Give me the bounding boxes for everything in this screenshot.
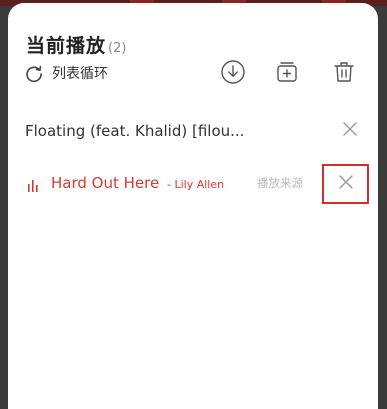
download-icon (220, 59, 246, 89)
remove-song-button[interactable] (338, 119, 362, 143)
play-mode-label: 列表循环 (52, 66, 108, 82)
now-playing-icon (27, 177, 41, 196)
song-count: (2) (108, 41, 127, 56)
clear-playlist-button[interactable] (330, 60, 358, 88)
add-to-playlist-button[interactable] (273, 60, 301, 88)
play-mode-button[interactable]: 列表循环 (24, 63, 108, 83)
remove-song-button[interactable] (334, 172, 358, 196)
playlist-header: 当前播放 (2) (26, 31, 126, 58)
current-playlist-panel: 当前播放 (2) 列表循环 Floating (feat. Khalid) [f… (8, 3, 378, 409)
song-title-text: Hard Out Here (51, 174, 160, 192)
trash-icon (332, 60, 356, 88)
add-to-playlist-icon (275, 60, 299, 88)
close-icon (338, 174, 354, 194)
song-title: Floating (feat. Khalid) [filou... (25, 122, 245, 140)
download-button[interactable] (219, 60, 247, 88)
list-item[interactable]: Floating (feat. Khalid) [filou... (8, 111, 378, 151)
close-icon (342, 121, 358, 141)
repeat-icon (24, 63, 44, 83)
remove-song-highlight (322, 164, 369, 204)
artist-name: - Lily Allen (166, 178, 225, 191)
play-source-link[interactable]: 播放来源 (257, 175, 303, 191)
song-title-playing: Hard Out Here - Lily Allen (51, 174, 224, 192)
page-title: 当前播放 (26, 35, 107, 57)
